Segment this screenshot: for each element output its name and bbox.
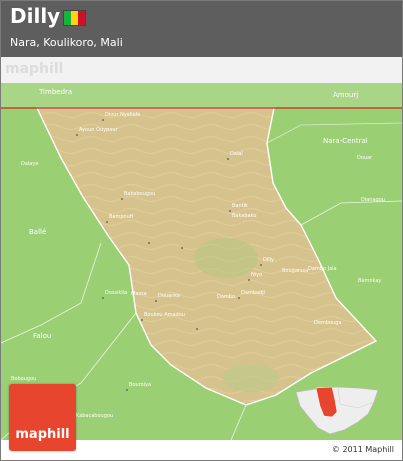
settlement-dot [196,328,198,330]
settlement-dot [148,242,150,244]
place-label: Bakabougou [124,191,155,197]
place-label: Dalaye [21,161,38,167]
settlement-dot [260,264,262,266]
place-label-nara-central: Nara-Central [323,137,368,145]
place-label: Douanke [158,293,180,299]
settlement-dot [141,319,143,321]
settlement-dot [229,210,231,212]
place-label: Dambo Jala [308,266,337,272]
mali-flag-icon [63,10,86,26]
flag-stripe-red [78,11,85,25]
place-label: Dalal [230,151,243,157]
settlement-dot [238,297,240,299]
place-label: Dambo [217,294,235,300]
settlement-dot [76,134,78,136]
map-frame: Dilly Nara, Koulikoro, Mali maphill Timb… [0,0,403,461]
maphill-logo[interactable]: maphill [9,384,76,451]
place-label-balle: Ballé [29,228,46,236]
place-label: Bourolya [129,382,151,388]
header-bar: Dilly Nara, Koulikoro, Mali [1,1,402,57]
settlement-dot [155,300,157,302]
settlement-dot [106,221,108,223]
place-label: Bobougou [11,376,36,382]
settlement-dot [126,389,128,391]
settlement-dot [102,119,104,121]
settlement-dot [248,279,250,281]
watermark: maphill [5,61,64,77]
place-label: Bampouff [109,214,134,220]
place-label: Niyo [251,272,262,278]
inset-locator-map [288,384,382,436]
place-label: Dambadji [241,290,265,296]
place-label: Dembouga [314,320,341,326]
place-label: Boukou Amadou [144,312,185,318]
place-label: Diour Nyakalé [105,111,140,118]
desert-green-patch-south [223,364,279,392]
place-label: Bakabako [232,213,256,219]
desert-green-patch [194,238,258,278]
place-label: Dianagou [361,197,385,203]
flag-stripe-green [64,11,71,25]
place-label: Dossikila [105,290,127,296]
settlement-dot [227,158,229,160]
page-title: Dilly [10,4,61,28]
place-label: Dilly [263,257,274,263]
inset-map-canvas [295,386,379,435]
copyright-text: © 2011 Maphill [331,445,394,454]
settlement-dot [181,247,183,249]
flag-stripe-yellow [71,11,78,25]
place-label-falou: Falou [33,332,51,340]
place-label: Massa [131,291,147,297]
place-label: Bamnkay [358,278,381,284]
location-breadcrumb: Nara, Koulikoro, Mali [10,36,123,49]
place-label: Bougarssa [282,268,308,274]
logo-text: maphill [15,427,70,442]
place-label-timbedra: Timbedra [38,88,72,96]
settlement-dot [121,198,123,200]
place-label: Ayoun Ouypour [79,127,118,133]
place-label: Bantik [232,203,248,209]
settlement-dot [102,297,104,299]
place-label: Douar [357,155,373,161]
place-label-amourj: Amourj [333,91,358,99]
place-label: Kabacabougou [76,413,113,419]
